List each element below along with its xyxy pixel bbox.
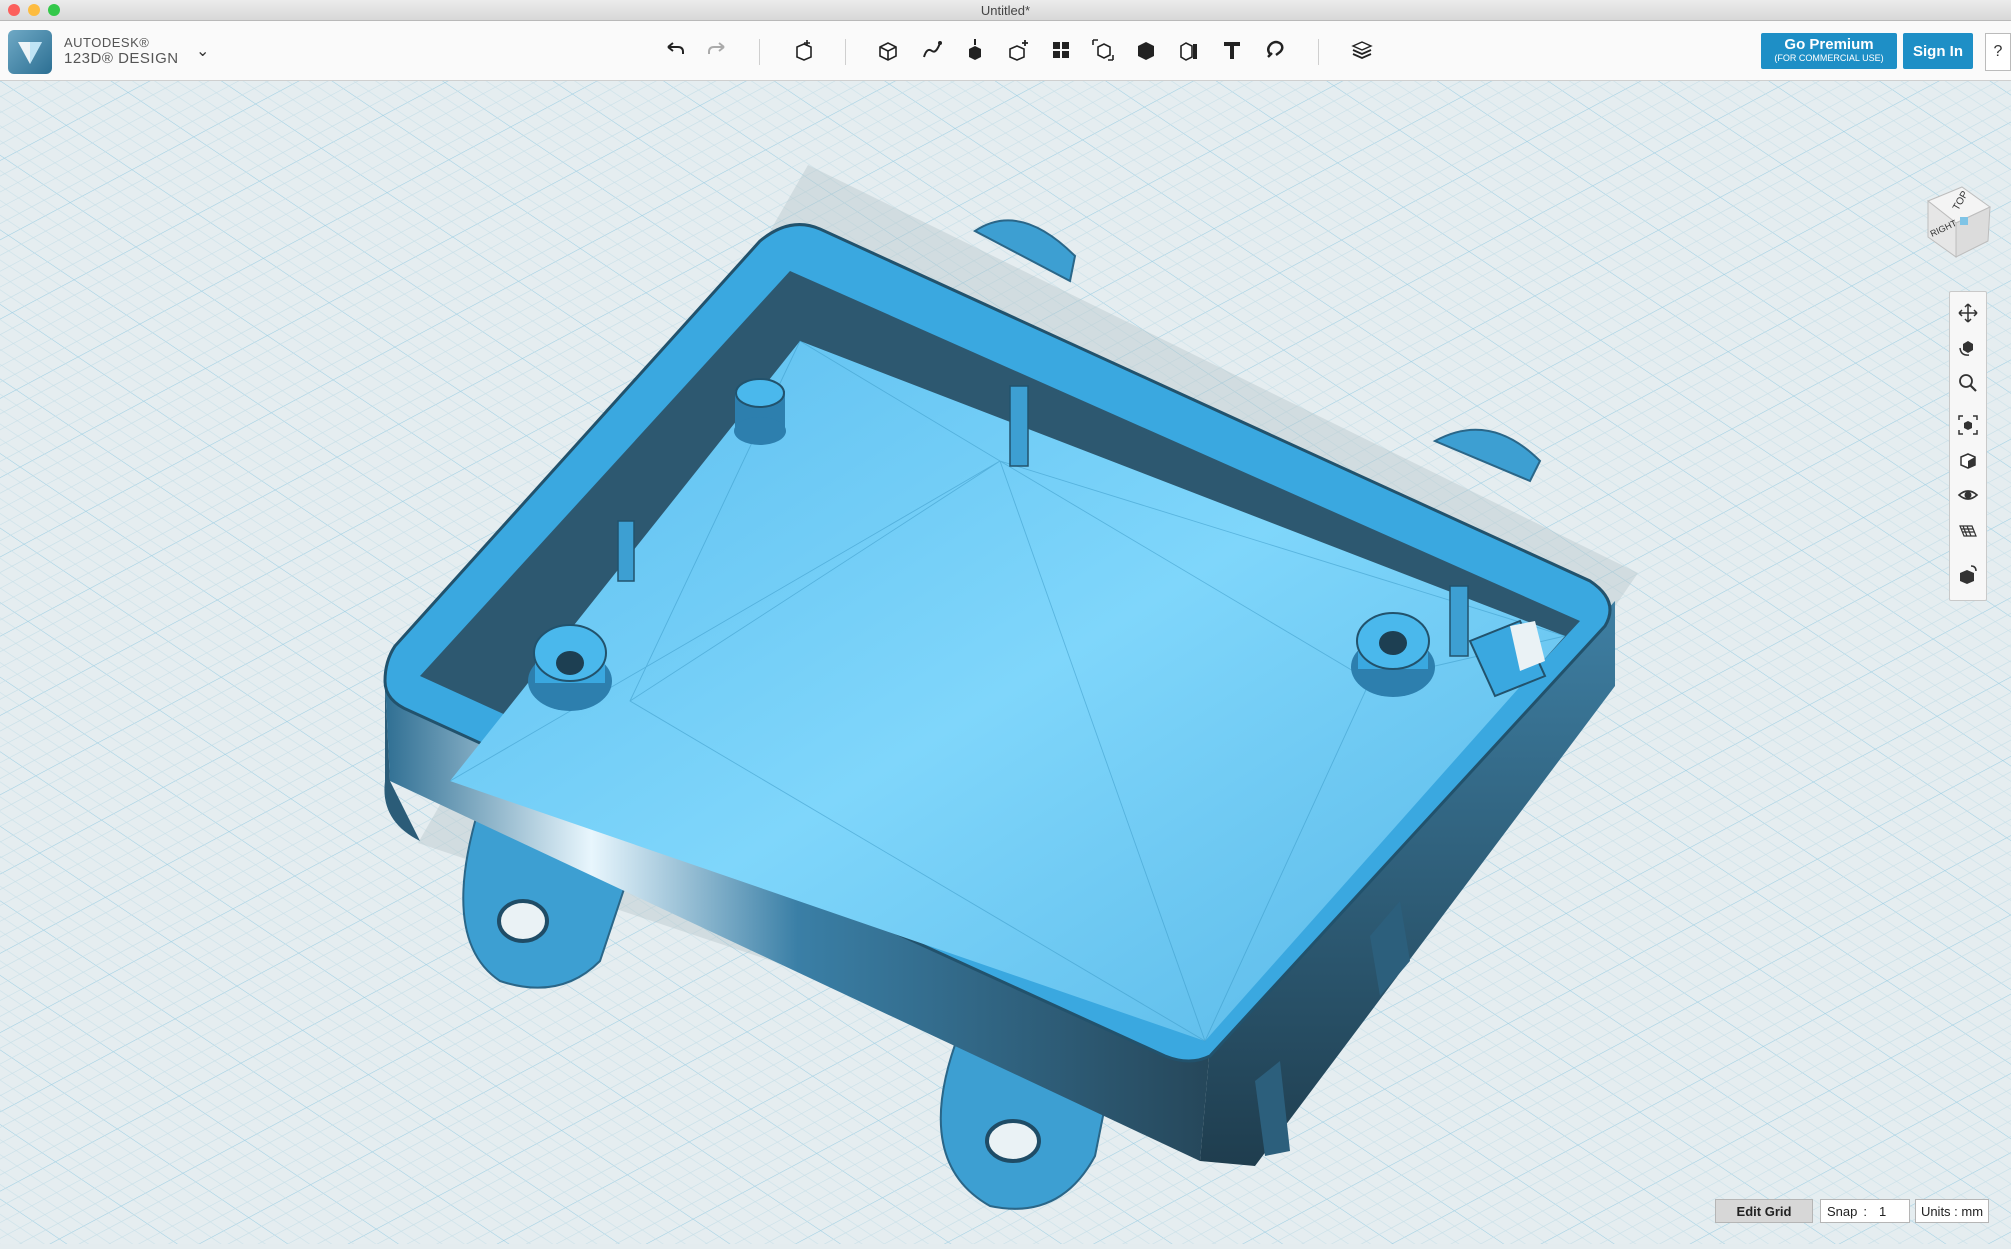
window-titlebar: Untitled* xyxy=(0,0,2011,21)
measure-icon[interactable] xyxy=(1131,35,1161,65)
snap-label: Snap xyxy=(1827,1203,1858,1219)
construct-icon[interactable] xyxy=(917,35,947,65)
grid-icon[interactable] xyxy=(1955,518,1981,544)
mounting-post xyxy=(734,378,786,445)
redo-icon[interactable] xyxy=(702,35,732,65)
toolbar-separator xyxy=(759,39,760,65)
material-icon[interactable] xyxy=(1955,562,1981,588)
combine-icon[interactable] xyxy=(1088,35,1118,65)
window-title: Untitled* xyxy=(980,3,1031,18)
orbit-icon[interactable] xyxy=(1955,334,1981,360)
workplane-grid xyxy=(0,81,2011,1244)
navigation-bar xyxy=(1949,291,1987,601)
app-brand: AUTODESK® 123D® DESIGN xyxy=(64,35,179,67)
snap-icon[interactable] xyxy=(1260,35,1290,65)
primitives-icon[interactable] xyxy=(789,35,819,65)
3d-viewport[interactable]: TOP RIGHT xyxy=(0,81,2011,1244)
undo-icon[interactable] xyxy=(660,35,690,65)
go-premium-label: Go Premium xyxy=(1784,36,1874,53)
mounting-post xyxy=(1351,612,1435,697)
fit-icon[interactable] xyxy=(1955,412,1981,438)
app-menu-chevron-icon[interactable]: ⌄ xyxy=(196,41,209,61)
text-icon-tool[interactable] xyxy=(1173,35,1203,65)
text-icon[interactable] xyxy=(1217,35,1247,65)
main-toolbar: AUTODESK® 123D® DESIGN ⌄ Go Premium (FOR… xyxy=(0,21,2011,81)
go-premium-button[interactable]: Go Premium (FOR COMMERCIAL USE) xyxy=(1761,33,1897,69)
brand-line-1: AUTODESK® xyxy=(64,35,150,50)
app-logo-icon[interactable] xyxy=(8,30,52,74)
visibility-icon[interactable] xyxy=(1955,482,1981,508)
view-cube[interactable]: TOP RIGHT xyxy=(1918,181,1994,259)
materials-icon[interactable] xyxy=(1347,35,1377,65)
snap-separator: : xyxy=(1863,1203,1867,1219)
edit-grid-button[interactable]: Edit Grid xyxy=(1715,1199,1813,1223)
snap-control[interactable]: Snap : 1 xyxy=(1820,1199,1910,1223)
sketch-icon[interactable] xyxy=(873,35,903,65)
sign-in-button[interactable]: Sign In xyxy=(1903,33,1973,69)
mounting-post xyxy=(528,624,612,711)
grouping-icon[interactable] xyxy=(1046,35,1076,65)
pattern-icon[interactable] xyxy=(1003,35,1033,65)
toolbar-separator xyxy=(1318,39,1319,65)
modify-icon[interactable] xyxy=(960,35,990,65)
zoom-icon[interactable] xyxy=(1955,370,1981,396)
help-button[interactable]: ? xyxy=(1985,33,2011,71)
brand-line-2: 123D® DESIGN xyxy=(64,50,179,67)
view-icon[interactable] xyxy=(1955,448,1981,474)
toolbar-separator xyxy=(845,39,846,65)
units-control[interactable]: Units : mm xyxy=(1915,1199,1989,1223)
pan-icon[interactable] xyxy=(1955,300,1981,326)
snap-value: 1 xyxy=(1879,1203,1887,1219)
go-premium-sublabel: (FOR COMMERCIAL USE) xyxy=(1774,53,1884,63)
